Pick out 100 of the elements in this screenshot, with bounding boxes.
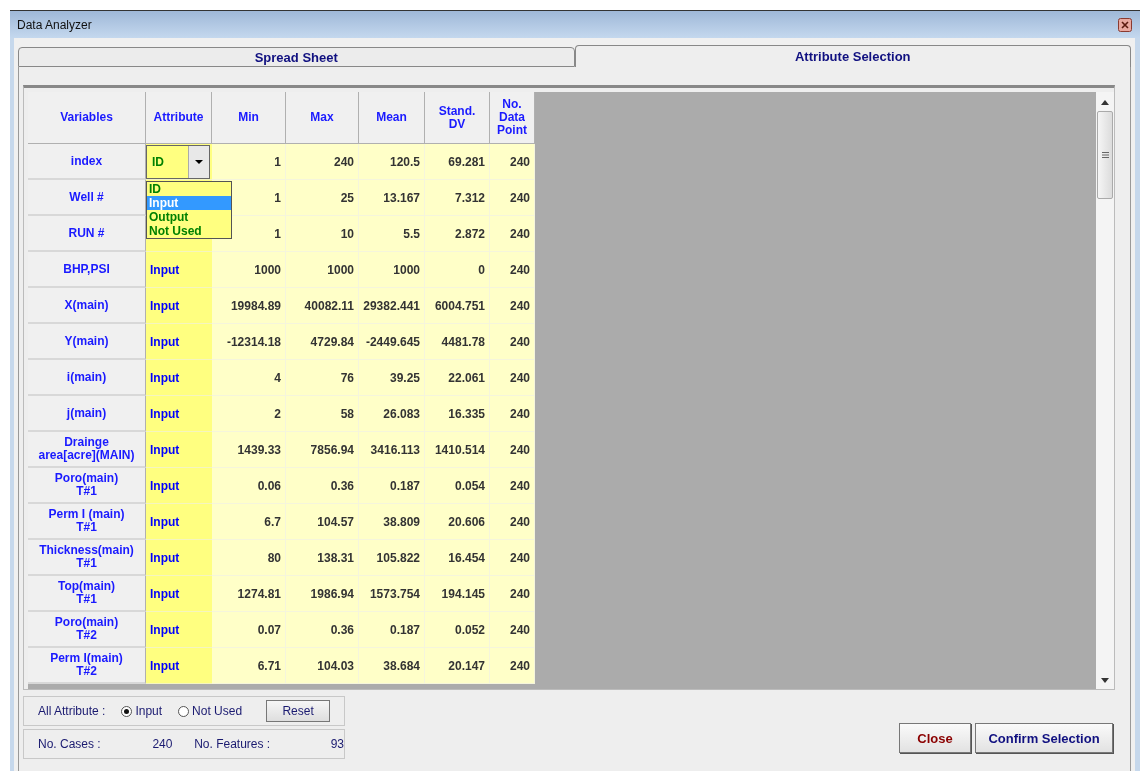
table-cell: 1573.754 (359, 576, 425, 612)
attribute-value[interactable]: Input (150, 550, 180, 565)
table-cell: 240 (286, 144, 359, 180)
table-cell: 240 (490, 324, 535, 360)
table-cell: 240 (490, 576, 535, 612)
table-cell: 6.71 (212, 648, 286, 684)
table-cell: 104.57 (286, 504, 359, 540)
attribute-value[interactable]: Input (150, 442, 180, 457)
attribute-value[interactable]: Input (150, 514, 180, 529)
table-cell: 240 (490, 288, 535, 324)
column-header: Attribute (146, 92, 212, 144)
table-cell: 1986.94 (286, 576, 359, 612)
table-cell: 1000 (359, 252, 425, 288)
reset-button[interactable]: Reset (266, 700, 331, 722)
column-header: Variables (28, 92, 146, 144)
table-cell: 0.054 (425, 468, 490, 504)
radio-option[interactable]: Input (121, 704, 163, 718)
table-cell: -2449.645 (359, 324, 425, 360)
attribute-value[interactable]: Input (150, 298, 180, 313)
row-header: BHP,PSI (28, 252, 146, 288)
table-cell: 240 (490, 252, 535, 288)
row-header: index (28, 144, 146, 180)
table-cell: 80 (212, 540, 286, 576)
row-header: Poro(main) T#1 (28, 468, 146, 504)
table-cell: 7856.94 (286, 432, 359, 468)
table-cell: 6004.751 (425, 288, 490, 324)
table-cell: 4481.78 (425, 324, 490, 360)
window-title: Data Analyzer (17, 17, 92, 32)
table-cell: 1000 (212, 252, 286, 288)
table-cell: 120.5 (359, 144, 425, 180)
attribute-value[interactable]: Input (150, 334, 180, 349)
table-cell: 2 (212, 396, 286, 432)
attribute-value[interactable]: Input (150, 262, 180, 277)
table-cell: 194.145 (425, 576, 490, 612)
row-header: Thickness(main) T#1 (28, 540, 146, 576)
row-header: Well # (28, 180, 146, 216)
table-cell: 1000 (286, 252, 359, 288)
attribute-value[interactable]: Input (150, 370, 180, 385)
row-header: j(main) (28, 396, 146, 432)
table-cell: 5.5 (359, 216, 425, 252)
group-label: All Attribute : (38, 704, 106, 718)
radio-option[interactable]: Not Used (178, 704, 243, 718)
row-header: Perm I (main) T#1 (28, 504, 146, 540)
table-cell: 104.03 (286, 648, 359, 684)
attribute-value[interactable]: Input (150, 622, 180, 637)
column-header: Min (212, 92, 286, 144)
table-cell: 138.31 (286, 540, 359, 576)
table-cell: 240 (490, 360, 535, 396)
table-cell: 10 (286, 216, 359, 252)
close-button[interactable]: Close (899, 723, 971, 753)
table-cell: 1274.81 (212, 576, 286, 612)
table-cell: 69.281 (425, 144, 490, 180)
table-cell: 22.061 (425, 360, 490, 396)
column-header: Stand. DV (425, 92, 490, 144)
column-header: Mean (359, 92, 425, 144)
row-header: Drainge area[acre](MAIN) (28, 432, 146, 468)
table-cell: 13.167 (359, 180, 425, 216)
stat-value: 240 (152, 737, 174, 751)
table-cell: 25 (286, 180, 359, 216)
row-header: Perm I(main) T#2 (28, 648, 146, 684)
stat-label: No. Features : (194, 737, 272, 751)
row-header: i(main) (28, 360, 146, 396)
table-cell: 0.187 (359, 612, 425, 648)
table-cell: 240 (490, 216, 535, 252)
stat-value: 93 (329, 737, 344, 751)
table-cell: 240 (490, 144, 535, 180)
radio-icon[interactable] (121, 705, 133, 717)
stat-label: No. Cases : (38, 737, 102, 751)
grip-icon (1101, 152, 1109, 158)
attribute-dropdown[interactable]: ID (146, 144, 210, 179)
table-cell: 240 (490, 504, 535, 540)
scroll-up-icon[interactable] (1101, 100, 1109, 105)
table-cell: 4 (212, 360, 286, 396)
dropdown-arrow-icon (195, 159, 203, 164)
table-cell: 240 (490, 540, 535, 576)
row-header: Poro(main) T#2 (28, 612, 146, 648)
table-cell: 26.083 (359, 396, 425, 432)
table-cell: 105.822 (359, 540, 425, 576)
table-cell: 7.312 (425, 180, 490, 216)
attribute-value[interactable]: Input (150, 406, 180, 421)
row-header: Y(main) (28, 324, 146, 360)
radio-icon[interactable] (178, 705, 190, 717)
table-cell: 19984.89 (212, 288, 286, 324)
table-cell: 240 (490, 432, 535, 468)
table-cell: 0.07 (212, 612, 286, 648)
table-cell: 1439.33 (212, 432, 286, 468)
attribute-value[interactable]: Input (150, 586, 180, 601)
scrollbar[interactable] (1096, 92, 1114, 689)
tab[interactable]: Attribute Selection (574, 45, 1131, 67)
table-cell: 40082.11 (286, 288, 359, 324)
attribute-value[interactable]: Input (150, 478, 180, 493)
table-cell: 4729.84 (286, 324, 359, 360)
close-icon[interactable] (1118, 17, 1132, 32)
table-cell: 0.36 (286, 612, 359, 648)
attribute-value[interactable]: Input (150, 658, 180, 673)
confirm-button[interactable]: Confirm Selection (975, 723, 1113, 753)
table-cell: 38.684 (359, 648, 425, 684)
scroll-down-icon[interactable] (1101, 678, 1109, 683)
tab[interactable]: Spread Sheet (18, 47, 575, 67)
table-cell: 16.335 (425, 396, 490, 432)
